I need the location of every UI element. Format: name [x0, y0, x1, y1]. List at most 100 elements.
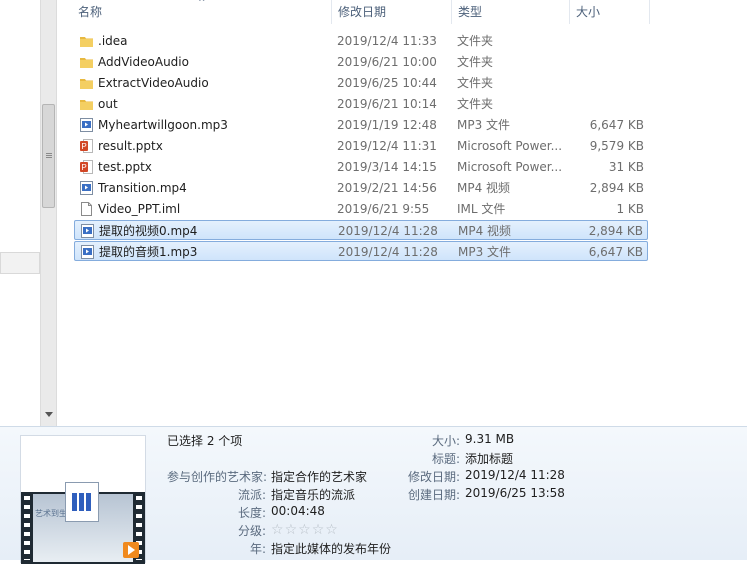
file-name: 提取的视频0.mp4 — [99, 224, 198, 238]
created-date-value: 2019/6/25 13:58 — [465, 486, 565, 500]
file-modified-date: 2019/12/4 11:31 — [337, 139, 437, 153]
column-header-date-label: 修改日期 — [338, 5, 387, 19]
file-modified-date: 2019/2/21 14:56 — [337, 181, 437, 195]
star-icon[interactable]: ☆ — [285, 522, 299, 538]
column-header-date[interactable]: 修改日期 — [332, 0, 452, 24]
sort-ascending-icon: ^ — [198, 0, 206, 8]
file-type: IML 文件 — [457, 202, 506, 216]
column-header-type-label: 类型 — [458, 5, 483, 19]
file-name: .idea — [98, 34, 128, 48]
file-row[interactable]: ExtractVideoAudio 2019/6/25 10:44 文件夹 — [74, 73, 648, 93]
file-row[interactable]: 提取的视频0.mp4 2019/12/4 11:28 MP4 视频 2,894 KB — [74, 220, 648, 240]
film-perforation — [24, 496, 30, 560]
vertical-scrollbar[interactable] — [40, 0, 57, 426]
grip-icon — [46, 153, 52, 154]
navigation-pane-item[interactable] — [0, 252, 40, 274]
media-file-icon — [80, 181, 93, 195]
file-name: AddVideoAudio — [98, 55, 189, 69]
file-type: 文件夹 — [457, 97, 494, 111]
blank-file-icon — [80, 202, 93, 216]
details-pane: 艺术到生活 已选择 2 个项 参与创作的艺术家: 指定合作的艺术家 流派: 指定… — [0, 426, 747, 564]
artist-label: 参与创作的艺术家: — [167, 470, 268, 484]
file-type: Microsoft Power... — [457, 139, 563, 153]
scrollbar-thumb[interactable] — [42, 104, 55, 208]
file-row[interactable]: Video_PPT.iml 2019/6/21 9:55 IML 文件 1 KB — [74, 199, 648, 219]
folder-icon — [80, 34, 93, 48]
file-size: 2,894 KB — [588, 224, 643, 238]
title-label: 标题: — [431, 452, 460, 466]
star-icon[interactable]: ☆ — [312, 522, 326, 538]
file-size: 2,894 KB — [589, 181, 644, 195]
size-value: 9.31 MB — [465, 432, 515, 446]
column-header-name-label: 名称 — [78, 5, 103, 19]
file-row[interactable]: Ptest.pptx 2019/3/14 14:15 Microsoft Power… — [74, 157, 648, 177]
file-modified-date: 2019/6/25 10:44 — [337, 76, 437, 90]
file-type: 文件夹 — [457, 34, 494, 48]
file-modified-date: 2019/1/19 12:48 — [337, 118, 437, 132]
modified-date-value: 2019/12/4 11:28 — [465, 468, 565, 482]
file-row[interactable]: Presult.pptx 2019/12/4 11:31 Microsoft Pow… — [74, 136, 648, 156]
file-row[interactable]: Transition.mp4 2019/2/21 14:56 MP4 视频 2,894… — [74, 178, 648, 198]
column-header-size[interactable]: 大小 — [570, 0, 650, 24]
powerpoint-file-icon: P — [80, 139, 93, 153]
media-file-icon — [81, 224, 94, 238]
created-date-label: 创建日期: — [407, 488, 460, 502]
powerpoint-file-icon: P — [80, 160, 93, 174]
modified-date-label: 修改日期: — [407, 470, 460, 484]
file-name: result.pptx — [98, 139, 163, 153]
file-type: MP4 视频 — [458, 224, 512, 238]
rating-stars[interactable]: ☆☆☆☆☆ — [271, 522, 339, 538]
file-modified-date: 2019/12/4 11:28 — [338, 245, 438, 259]
file-modified-date: 2019/12/4 11:28 — [338, 224, 438, 238]
file-size: 1 KB — [616, 202, 644, 216]
file-type: 文件夹 — [457, 55, 494, 69]
file-modified-date: 2019/6/21 10:00 — [337, 55, 437, 69]
folder-icon — [80, 76, 93, 90]
length-value: 00:04:48 — [271, 504, 325, 518]
file-row[interactable]: 提取的音频1.mp3 2019/12/4 11:28 MP3 文件 6,647 KB — [74, 241, 648, 261]
media-file-icon — [80, 118, 93, 132]
file-type: MP3 文件 — [457, 118, 511, 132]
genre-label: 流派: — [237, 488, 266, 502]
file-name: ExtractVideoAudio — [98, 76, 209, 90]
media-file-icon — [81, 245, 94, 259]
file-row[interactable]: out 2019/6/21 10:14 文件夹 — [74, 94, 648, 114]
play-icon — [123, 542, 139, 558]
file-row[interactable]: Myheartwillgoon.mp3 2019/1/19 12:48 MP3 文件… — [74, 115, 648, 135]
file-modified-date: 2019/12/4 11:33 — [337, 34, 437, 48]
selection-thumbnail: 艺术到生活 — [20, 435, 146, 564]
length-label: 长度: — [237, 506, 266, 520]
file-name: 提取的音频1.mp3 — [99, 245, 198, 259]
file-row[interactable]: AddVideoAudio 2019/6/21 10:00 文件夹 — [74, 52, 648, 72]
artist-value[interactable]: 指定合作的艺术家 — [271, 468, 367, 485]
year-value[interactable]: 指定此媒体的发布年份 — [271, 540, 391, 557]
folder-icon — [80, 55, 93, 69]
file-name: Video_PPT.iml — [98, 202, 181, 216]
file-row[interactable]: .idea 2019/12/4 11:33 文件夹 — [74, 31, 648, 51]
folder-icon — [80, 97, 93, 111]
file-type: Microsoft Power... — [457, 160, 563, 174]
document-icon — [65, 482, 99, 522]
star-icon[interactable]: ☆ — [325, 522, 339, 538]
file-modified-date: 2019/3/14 14:15 — [337, 160, 437, 174]
scroll-down-arrow-icon[interactable] — [45, 412, 53, 417]
file-name: out — [98, 97, 118, 111]
genre-value[interactable]: 指定音乐的流派 — [271, 486, 355, 503]
svg-text:P: P — [81, 163, 86, 172]
rating-label: 分级: — [237, 524, 266, 538]
file-type: MP3 文件 — [458, 245, 512, 259]
file-name: Transition.mp4 — [98, 181, 187, 195]
file-type: MP4 视频 — [457, 181, 511, 195]
column-header-size-label: 大小 — [576, 5, 601, 19]
title-value[interactable]: 添加标题 — [465, 450, 513, 467]
svg-text:P: P — [81, 142, 86, 151]
selection-count: 已选择 2 个项 — [167, 434, 243, 448]
size-label: 大小: — [431, 434, 460, 448]
file-size: 6,647 KB — [589, 118, 644, 132]
star-icon[interactable]: ☆ — [298, 522, 312, 538]
column-header-bar: 名称 ^ 修改日期 类型 大小 — [57, 0, 747, 24]
star-icon[interactable]: ☆ — [271, 522, 285, 538]
file-name: test.pptx — [98, 160, 152, 174]
file-name: Myheartwillgoon.mp3 — [98, 118, 228, 132]
column-header-type[interactable]: 类型 — [452, 0, 570, 24]
